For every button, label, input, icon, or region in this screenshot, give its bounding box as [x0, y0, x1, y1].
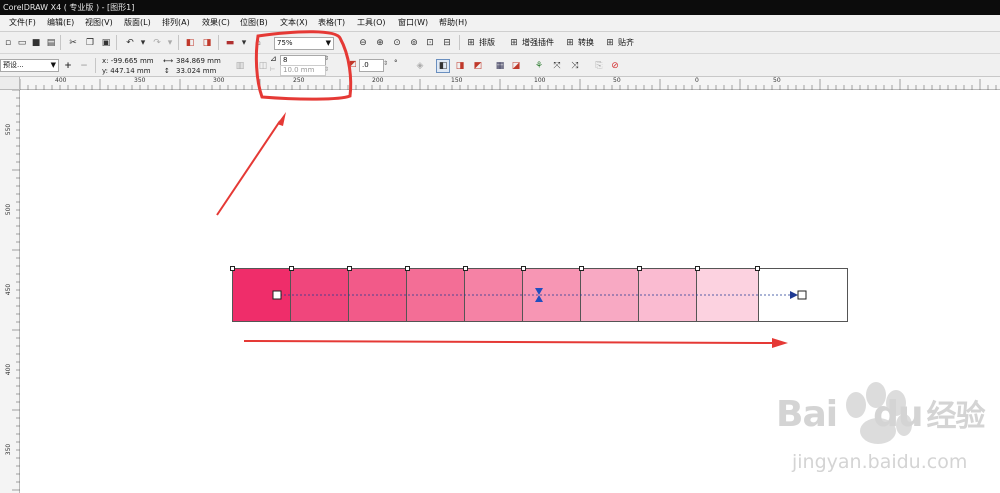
annotation-arrow-up: [216, 120, 281, 216]
highlight-circle: [254, 30, 353, 101]
annotation-arrowhead-icon: [277, 112, 286, 126]
annotation-arrow-right: [243, 340, 777, 344]
watermark-brand-a: Bai: [776, 394, 838, 435]
baidu-watermark: Bai du 经验 jingyan.baidu.com: [752, 367, 992, 487]
watermark-url: jingyan.baidu.com: [792, 451, 968, 473]
watermark-brand-c: 经验: [926, 399, 985, 434]
annotation-arrowhead-icon: [772, 338, 788, 348]
watermark-brand-b: du: [873, 394, 923, 435]
